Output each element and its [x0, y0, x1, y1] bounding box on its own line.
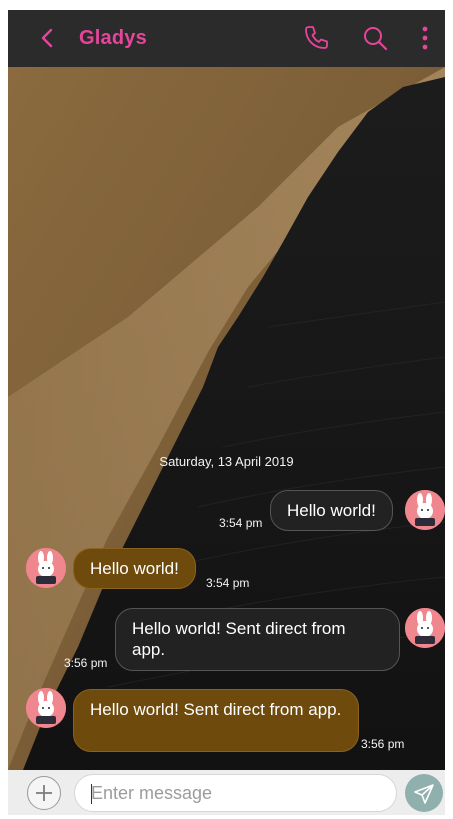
add-attachment-button[interactable] [27, 776, 61, 810]
contact-name[interactable]: Gladys [79, 27, 147, 50]
chat-header: Gladys [8, 10, 445, 67]
avatar[interactable] [26, 548, 66, 588]
date-separator: Saturday, 13 April 2019 [159, 454, 294, 469]
chat-screen: Gladys Saturday, 13 April 2019 Hello wor… [8, 10, 445, 815]
more-vertical-icon [422, 26, 428, 50]
message-bubble-incoming[interactable]: Hello world! Sent direct from app. [73, 689, 359, 752]
chevron-left-icon [41, 28, 53, 48]
message-timestamp: 3:56 pm [64, 656, 108, 670]
text-cursor [91, 784, 92, 804]
bunny-avatar-icon [405, 608, 445, 648]
back-button[interactable] [36, 26, 60, 50]
call-button[interactable] [302, 24, 330, 52]
search-button[interactable] [361, 24, 389, 52]
bunny-avatar-icon [405, 490, 445, 530]
avatar[interactable] [26, 688, 66, 728]
avatar[interactable] [405, 490, 445, 530]
message-composer [8, 770, 445, 815]
message-bubble-incoming[interactable]: Hello world! [73, 548, 196, 589]
phone-icon [305, 26, 328, 49]
bunny-avatar-icon [26, 548, 66, 588]
more-options-button[interactable] [413, 24, 437, 52]
message-input[interactable] [74, 774, 397, 812]
message-timestamp: 3:56 pm [361, 737, 405, 751]
send-button[interactable] [405, 774, 443, 812]
search-icon [364, 27, 388, 51]
message-timestamp: 3:54 pm [219, 516, 263, 530]
bunny-avatar-icon [26, 688, 66, 728]
avatar[interactable] [405, 608, 445, 648]
message-bubble-outgoing[interactable]: Hello world! Sent direct from app. [115, 608, 400, 671]
send-icon [414, 784, 434, 804]
message-timestamp: 3:54 pm [206, 576, 250, 590]
message-bubble-outgoing[interactable]: Hello world! [270, 490, 393, 531]
plus-icon [36, 785, 52, 801]
